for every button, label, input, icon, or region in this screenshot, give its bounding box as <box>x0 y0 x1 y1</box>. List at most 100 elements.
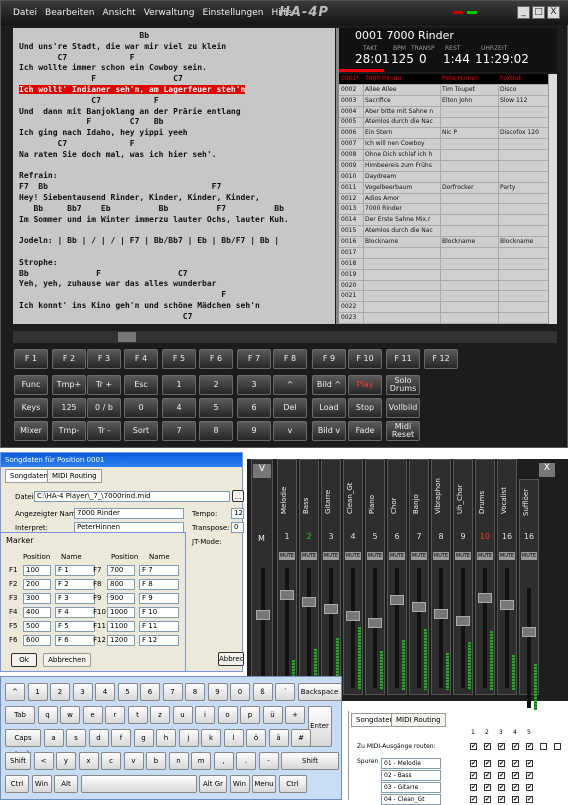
osk-key-2[interactable]: 2 <box>50 683 70 701</box>
osk-key-i[interactable]: i <box>195 706 215 724</box>
song-row[interactable]: 0010 Daydream <box>339 171 548 183</box>
mute-button[interactable]: MUTE <box>389 552 405 560</box>
key-f-3[interactable]: F 3 <box>87 349 121 369</box>
key-tr-[interactable]: Tr + <box>87 375 121 395</box>
fader-knob[interactable] <box>500 600 514 610</box>
osk-key-f[interactable]: f <box>111 729 131 747</box>
mute-button[interactable]: MUTE <box>345 552 361 560</box>
key-3[interactable]: 3 <box>237 375 271 395</box>
osk-key-n[interactable]: n <box>168 752 189 770</box>
tab-midi-routing[interactable]: MIDI Routing <box>47 469 102 483</box>
song-row[interactable]: 0004 Aber bitte mit Sahne n <box>339 106 548 118</box>
osk-key-shift[interactable]: Shift <box>5 752 31 770</box>
key-f-6[interactable]: F 6 <box>199 349 233 369</box>
song-row[interactable]: 0018 <box>339 258 548 270</box>
osk-key-j[interactable]: j <box>178 729 199 747</box>
song-row[interactable]: 0017 <box>339 247 548 259</box>
key-4[interactable]: 4 <box>162 398 196 418</box>
osk-key-8[interactable]: 8 <box>185 683 205 701</box>
track-output-checkbox[interactable]: ✔ <box>512 772 519 779</box>
marker-name-field[interactable]: F 10 <box>139 607 179 618</box>
key-func[interactable]: Func <box>14 375 48 395</box>
mute-button[interactable]: MUTE <box>455 552 471 560</box>
key-stop[interactable]: Stop <box>348 398 382 418</box>
track-output-checkbox[interactable]: ✔ <box>498 772 505 779</box>
song-row[interactable]: 0016 Blockname Blockname Blockname <box>339 237 548 248</box>
lyrics-h-scrollbar[interactable] <box>13 331 557 343</box>
osk-key-y[interactable]: y <box>56 752 76 770</box>
key-f-1[interactable]: F 1 <box>14 349 48 369</box>
osk-key-t[interactable]: t <box>127 706 148 724</box>
track-output-checkbox[interactable]: ✔ <box>470 784 477 791</box>
key-tmp-[interactable]: Tmp- <box>52 421 86 441</box>
marker-name-field[interactable]: F 3 <box>55 593 95 604</box>
osk-key--[interactable]: # <box>291 729 311 747</box>
osk-key-alt-gr[interactable]: Alt Gr <box>199 775 227 793</box>
key-f-10[interactable]: F 10 <box>348 349 382 369</box>
key-esc[interactable]: Esc <box>124 375 158 395</box>
track-output-checkbox[interactable]: ✔ <box>498 760 505 767</box>
marker-name-field[interactable]: F 5 <box>55 621 95 632</box>
key-mixer[interactable]: Mixer <box>14 421 48 441</box>
song-list-scrollbar[interactable] <box>548 74 557 324</box>
fader-knob[interactable] <box>280 590 294 600</box>
key-fade[interactable]: Fade <box>348 421 382 441</box>
track-output-checkbox[interactable]: ✔ <box>512 784 519 791</box>
song-row[interactable]: 0008 Ohne Dich schlaf ich h <box>339 150 548 161</box>
track-output-checkbox[interactable]: ✔ <box>470 760 477 767</box>
osk-key-g[interactable]: g <box>133 729 154 747</box>
osk-key-ß[interactable]: ß <box>252 683 273 701</box>
osk-key-win[interactable]: Win <box>31 775 52 793</box>
song-row[interactable]: 0019 <box>339 269 548 281</box>
midi-tab-routing[interactable]: MIDI Routing <box>391 713 446 727</box>
marker-name-field[interactable]: F 4 <box>55 607 95 618</box>
mixer-close-button[interactable]: X <box>539 463 555 477</box>
track-output-checkbox[interactable]: ✔ <box>526 784 533 791</box>
osk-key-0[interactable]: 0 <box>230 683 250 701</box>
key-7[interactable]: 7 <box>162 421 196 441</box>
osk-key-k[interactable]: k <box>201 729 221 747</box>
key-v[interactable]: v <box>273 421 307 441</box>
osk-key-b[interactable]: b <box>146 752 166 770</box>
key--[interactable]: ^ <box>273 375 307 395</box>
track-output-checkbox[interactable]: ✔ <box>484 772 491 779</box>
marker-name-field[interactable]: F 9 <box>139 593 179 604</box>
output-checkbox[interactable]: ✔ <box>526 743 533 750</box>
song-row[interactable]: 0011 Vogelbeerbaum Dorfrocker Party <box>339 182 548 194</box>
key-9[interactable]: 9 <box>237 421 271 441</box>
osk-key-d[interactable]: d <box>88 729 109 747</box>
output-checkbox[interactable] <box>540 743 547 750</box>
song-row[interactable]: 0006 Ein Stern Nic P Discofox 120 <box>339 128 548 140</box>
song-row[interactable]: 0002 Allee Allee Tim Toupet Disco <box>339 84 548 96</box>
mute-button[interactable]: MUTE <box>521 552 537 560</box>
marker-position-field[interactable]: 200 <box>23 579 51 590</box>
key-f-2[interactable]: F 2 <box>52 349 86 369</box>
marker-position-field[interactable]: 900 <box>107 593 135 604</box>
osk-key-win[interactable]: Win <box>229 775 250 793</box>
song-row[interactable]: 0014 Der Erste Sahne Mix.r <box>339 215 548 227</box>
osk-key-1[interactable]: 1 <box>27 683 48 701</box>
transpose-field[interactable]: 0 <box>231 522 244 533</box>
osk-key-u[interactable]: u <box>172 706 193 724</box>
osk-key-alt[interactable]: Alt <box>54 775 78 793</box>
output-checkbox[interactable] <box>554 743 561 750</box>
osk-key-5[interactable]: 5 <box>117 683 138 701</box>
osk-key-w[interactable]: w <box>60 706 80 724</box>
osk-key-menu[interactable]: Menu <box>252 775 276 793</box>
osk-key-ä[interactable]: ä <box>268 729 289 747</box>
key-f-8[interactable]: F 8 <box>273 349 307 369</box>
fader-knob[interactable] <box>368 618 382 628</box>
osk-key-p[interactable]: p <box>240 706 260 724</box>
key-0[interactable]: 0 <box>124 398 158 418</box>
key-play[interactable]: Play <box>348 375 382 395</box>
browse-button[interactable]: ... <box>232 490 244 502</box>
osk-key-a[interactable]: a <box>43 729 64 747</box>
fader-knob[interactable] <box>346 611 360 621</box>
osk-key-6[interactable]: 6 <box>140 683 160 701</box>
key-load[interactable]: Load <box>312 398 346 418</box>
output-checkbox[interactable]: ✔ <box>484 743 491 750</box>
osk-key-h[interactable]: h <box>156 729 176 747</box>
track-output-checkbox[interactable]: ✔ <box>484 784 491 791</box>
key-f-7[interactable]: F 7 <box>237 349 271 369</box>
marker-position-field[interactable]: 500 <box>23 621 51 632</box>
